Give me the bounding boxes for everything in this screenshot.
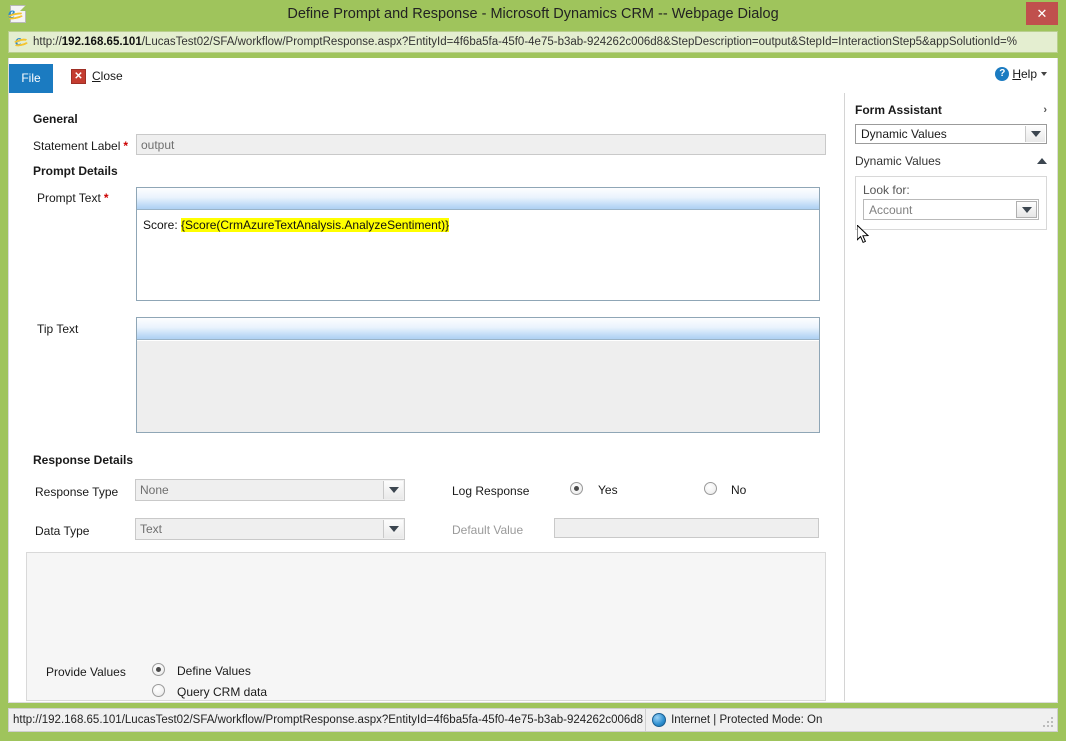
chevron-right-icon[interactable]: › [1043,104,1047,116]
response-type-value: None [140,483,169,497]
status-bar: http://192.168.65.101/LucasTest02/SFA/wo… [8,708,1058,732]
prompt-text-label-text: Prompt Text [37,191,101,205]
chevron-up-icon[interactable] [1037,158,1047,164]
security-zone-text: Internet | Protected Mode: On [671,714,823,726]
prompt-text-token[interactable]: {Score(CrmAzureTextAnalysis.AnalyzeSenti… [181,218,450,232]
form-assistant-mode-value: Dynamic Values [861,127,947,141]
tip-text-editor-body[interactable] [137,341,819,432]
prompt-text-editor-body[interactable]: Score: {Score(CrmAzureTextAnalysis.Analy… [137,211,819,300]
provide-values-query-radio[interactable] [152,684,165,697]
general-section-heading: General [33,112,78,126]
chevron-down-icon[interactable] [1025,126,1045,142]
url-host: 192.168.65.101 [61,36,142,48]
form-pane: General Statement Label * output Prompt D… [9,93,827,701]
dynamic-values-group: Look for: Account [855,176,1047,230]
dynamic-values-section-title: Dynamic Values [855,154,941,168]
form-assistant-mode-select[interactable]: Dynamic Values [855,124,1047,144]
chevron-down-icon [1041,72,1047,76]
dynamic-values-section-header[interactable]: Dynamic Values [855,154,1047,168]
dialog-window: e Define Prompt and Response - Microsoft… [0,0,1066,741]
default-value-label: Default Value [452,523,524,537]
provide-values-define-radio[interactable] [152,663,165,676]
help-icon: ? [995,67,1010,81]
address-bar-text: http://192.168.65.101/LucasTest02/SFA/wo… [33,36,1017,48]
log-response-yes-radio[interactable] [570,482,583,495]
response-type-label: Response Type [35,485,119,499]
form-assistant-title: Form Assistant [855,103,942,117]
file-tab[interactable]: File [9,64,53,93]
close-accesskey: C [92,69,101,83]
dialog-content: General Statement Label * output Prompt D… [8,93,1058,703]
statement-label-required: * [123,139,129,153]
provide-values-label: Provide Values [46,665,126,679]
help-accesskey: H [1012,67,1021,81]
security-zone-indicator[interactable]: Internet | Protected Mode: On [645,709,828,731]
help-button[interactable]: ? Help [995,67,1047,81]
form-assistant-panel: Form Assistant › Dynamic Values Dynamic … [844,93,1057,701]
window-title: Define Prompt and Response - Microsoft D… [287,6,779,22]
internet-explorer-icon: e [12,33,30,50]
prompt-text-required: * [103,191,109,205]
close-icon: ✕ [71,68,86,84]
statement-label-label: Statement Label * [33,139,128,153]
tip-text-editor[interactable] [136,317,820,433]
statement-label-text: Statement Label [33,139,121,153]
resize-grip-icon[interactable] [1042,716,1054,728]
form-assistant-header: Form Assistant › [855,103,1047,117]
tip-text-label: Tip Text [37,322,79,336]
prompt-details-heading: Prompt Details [33,164,118,178]
chevron-down-icon[interactable] [1016,201,1037,218]
close-label-rest: lose [100,69,123,83]
command-bar: File ✕ Close ? Help [8,58,1058,93]
window-close-button[interactable]: ✕ [1026,2,1058,25]
url-rest: /LucasTest02/SFA/workflow/PromptResponse… [141,36,1017,48]
chevron-down-icon[interactable] [383,481,403,499]
url-prefix: http:// [33,36,62,48]
chevron-down-icon[interactable] [383,520,403,538]
close-button[interactable]: ✕ Close [71,66,123,86]
prompt-text-prefix: Score: [143,218,182,232]
internet-zone-icon [652,713,667,727]
help-label-rest: elp [1020,67,1037,81]
data-type-value: Text [140,522,163,536]
look-for-select[interactable]: Account [863,199,1039,220]
prompt-text-editor-toolbar[interactable] [137,188,819,210]
response-details-heading: Response Details [33,453,134,467]
provide-values-define-label[interactable]: Define Values [177,664,251,678]
prompt-text-label: Prompt Text * [37,191,108,205]
close-button-label: Close [92,69,123,83]
address-bar[interactable]: e http://192.168.65.101/LucasTest02/SFA/… [8,31,1058,53]
default-value-input[interactable] [554,518,819,538]
status-bar-url: http://192.168.65.101/LucasTest02/SFA/wo… [13,714,644,726]
look-for-label: Look for: [863,183,910,197]
look-for-value: Account [869,203,913,217]
title-bar: e Define Prompt and Response - Microsoft… [0,0,1066,28]
log-response-no-radio[interactable] [704,482,717,495]
provide-values-query-label[interactable]: Query CRM data [177,685,267,699]
log-response-yes-label[interactable]: Yes [598,483,618,497]
statement-label-input[interactable]: output [136,134,826,155]
data-type-select[interactable]: Text [135,518,405,540]
prompt-text-editor[interactable]: Score: {Score(CrmAzureTextAnalysis.Analy… [136,187,820,301]
tip-text-editor-toolbar[interactable] [137,318,819,340]
log-response-no-label[interactable]: No [731,483,746,497]
log-response-label: Log Response [452,484,530,498]
data-type-label: Data Type [35,524,90,538]
provide-values-panel: Provide Values Define Values Query CRM d… [26,552,826,701]
response-type-select[interactable]: None [135,479,405,501]
